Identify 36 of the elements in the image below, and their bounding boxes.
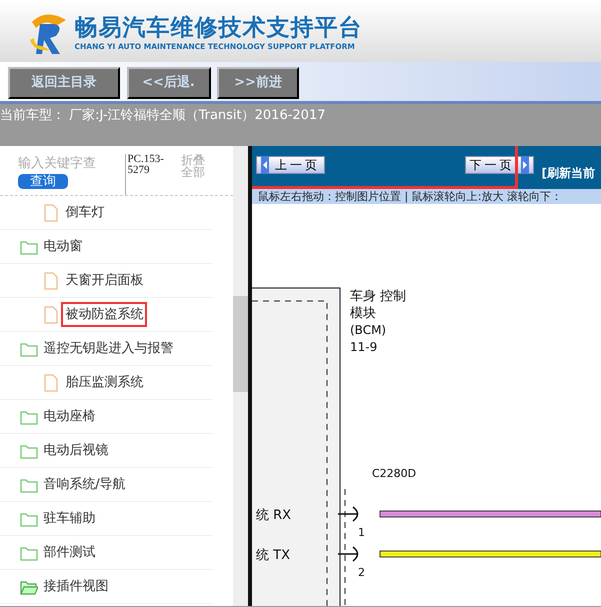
search-button[interactable]: 查询 xyxy=(18,174,68,188)
tree-item[interactable]: 天窗开启面板 xyxy=(63,270,146,292)
tree-item[interactable]: 胎压监测系统 xyxy=(63,372,146,394)
tree-item[interactable]: 被动防盗系统 xyxy=(63,304,146,326)
scrollbar[interactable] xyxy=(233,146,248,606)
hint-text: 鼠标左右拖动：控制图片位置 | 鼠标滚轮向上:放大 滚轮向下： xyxy=(252,189,601,204)
tree-item[interactable]: 电动窗 xyxy=(41,236,84,258)
vehicle-model-text: 当前车型： 厂家:J-江铃福特全顺（Transit）2016-2017 xyxy=(0,107,326,125)
document-icon xyxy=(42,306,60,324)
module-label: (BCM) xyxy=(350,323,386,337)
document-icon xyxy=(42,374,60,392)
tree-item[interactable]: 接插件视图 xyxy=(41,576,110,598)
signal-label: 统 TX xyxy=(256,548,290,563)
module-label: 模块 xyxy=(350,306,376,321)
pin-number: 1 xyxy=(358,526,365,539)
document-icon xyxy=(42,272,60,290)
next-page-button[interactable]: 下一页 xyxy=(464,156,534,174)
module-label: 11-9 xyxy=(350,340,378,354)
signal-label: 统 RX xyxy=(256,508,292,523)
site-title: 畅易汽车维修技术支持平台 xyxy=(74,15,362,42)
document-icon xyxy=(42,204,60,222)
prev-page-button[interactable]: 上一页 xyxy=(256,156,325,174)
refresh-link[interactable]: [刷新当前 xyxy=(542,164,595,182)
tree-item[interactable]: 倒车灯 xyxy=(63,202,106,224)
connector-pin-icon xyxy=(337,506,358,522)
tree-item[interactable]: 音响系统/导航 xyxy=(41,474,128,496)
pin-number: 2 xyxy=(358,566,365,579)
connector-label: C2280D xyxy=(372,467,416,480)
module-label: 车身 控制 xyxy=(350,289,406,304)
tree-item[interactable]: 遥控无钥匙进入与报警 xyxy=(41,338,176,360)
connector-pin-icon xyxy=(337,546,358,562)
part-code: PC.153-5279 xyxy=(124,154,174,195)
tree-item[interactable]: 电动座椅 xyxy=(41,406,98,428)
tree-item[interactable]: 部件测试 xyxy=(41,542,98,564)
tree-item[interactable]: 电动后视镜 xyxy=(41,440,110,462)
tree-item[interactable]: 驻车辅助 xyxy=(41,508,98,530)
